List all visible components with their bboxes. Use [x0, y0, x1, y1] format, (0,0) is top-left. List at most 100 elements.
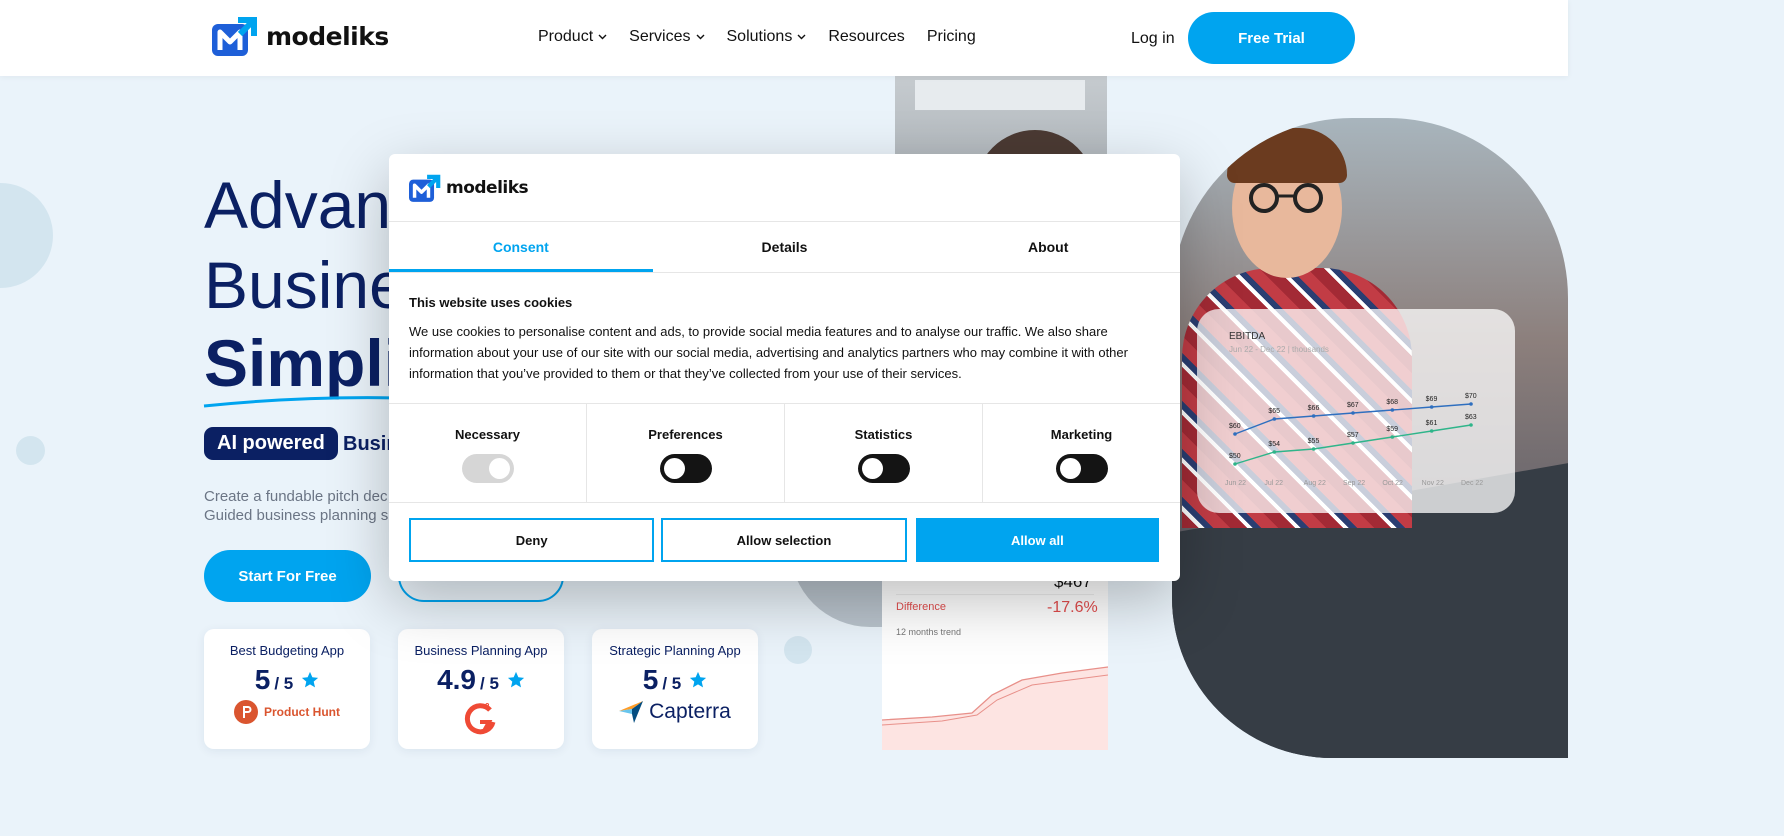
green-series-point	[1351, 441, 1355, 445]
title-underline-decoration	[203, 396, 401, 408]
blue-series-data-label: $69	[1426, 396, 1438, 403]
nav-label: Services	[629, 28, 691, 45]
star-icon	[302, 671, 319, 688]
cookie-consent-dialog: modeliks Consent Details About This webs…	[389, 154, 1180, 581]
blue-series-point	[1311, 414, 1316, 418]
brand-name: modeliks	[446, 178, 529, 198]
start-for-free-button[interactable]: Start For Free	[204, 550, 371, 602]
rating-title: Best Budgeting App	[229, 643, 345, 658]
cookie-description: We use cookies to personalise content an…	[409, 324, 1128, 381]
free-trial-button[interactable]: Free Trial	[1188, 12, 1355, 64]
capterra-arrow-icon	[619, 701, 644, 723]
ai-powered-badge: AI powered	[204, 427, 338, 460]
platform-name: Product Hunt	[264, 705, 340, 719]
score-value: 5	[254, 664, 271, 695]
ebitda-line-chart: $60 $65 $66 $67 $68 $69 $70 $50 $54 $55 $57 $59 $61 $…	[1225, 393, 1483, 487]
blue-series-data-label: $66	[1308, 405, 1320, 412]
allow-selection-button[interactable]: Allow selection	[661, 518, 907, 562]
brand-name: modeliks	[266, 21, 389, 51]
tab-consent[interactable]: Consent	[389, 222, 653, 272]
rating-card-product-hunt: Best Budgeting App 5 / 5 Product Hunt	[204, 629, 370, 749]
green-series-data-label: $50	[1229, 453, 1241, 460]
nav-item-resources[interactable]: Resources	[828, 28, 904, 46]
tab-details[interactable]: Details	[653, 222, 917, 272]
blue-series-point	[1469, 402, 1473, 406]
category-preferences: Preferences	[587, 404, 785, 502]
decorative-circle	[16, 436, 45, 465]
nav-item-services[interactable]: Services	[629, 28, 704, 46]
star-icon	[507, 671, 525, 688]
allow-all-button[interactable]: Allow all	[915, 518, 1159, 562]
decorative-circle	[784, 636, 812, 664]
x-tick-label: Sep 22	[1343, 480, 1365, 487]
green-series-point	[1311, 447, 1316, 451]
green-series-point	[1233, 462, 1237, 466]
rating-title: Strategic Planning App	[609, 643, 741, 658]
rating-title: Business Planning App	[414, 643, 548, 658]
modeliks-logo-icon	[409, 174, 441, 202]
green-series-data-label: $57	[1347, 432, 1359, 439]
score-value: 5	[642, 664, 659, 695]
green-series-data-label: $54	[1268, 441, 1280, 448]
rating-card-capterra: Strategic Planning App 5 / 5 Capterra	[592, 629, 758, 749]
score-max: / 5	[662, 674, 682, 693]
difference-card: $467 Difference -17.6% 12 months trend	[882, 570, 1108, 750]
green-series-data-label: $61	[1426, 420, 1438, 427]
site-header: modeliks Product Services Solutions Reso…	[0, 0, 1568, 76]
blue-series-data-label: $67	[1347, 402, 1359, 409]
green-series-data-label: $59	[1386, 426, 1398, 433]
green-series-data-label: $63	[1465, 414, 1477, 421]
x-tick-label: Dec 22	[1461, 480, 1483, 487]
green-series-point	[1429, 429, 1434, 433]
chevron-down-icon	[598, 34, 607, 40]
deny-button[interactable]: Deny	[409, 518, 655, 562]
x-tick-label: Aug 22	[1304, 480, 1326, 487]
rating-score: 4.9 / 5	[398, 664, 564, 696]
nav-item-pricing[interactable]: Pricing	[927, 28, 976, 46]
trend-label: 12 months trend	[896, 627, 962, 637]
chevron-down-icon	[696, 34, 704, 40]
login-link[interactable]: Log in	[1131, 30, 1175, 48]
blue-series-data-label: $60	[1229, 423, 1241, 430]
modeliks-logo-icon	[212, 17, 257, 56]
statistics-toggle[interactable]	[857, 454, 910, 483]
platform-name: Capterra	[649, 700, 731, 723]
blue-series-point	[1351, 411, 1355, 415]
consent-buttons: Deny Allow selection Allow all	[409, 518, 1159, 562]
main-nav: Product Services Solutions Resources Pri…	[538, 28, 976, 46]
category-label: Statistics	[854, 427, 913, 442]
x-tick-label: Oct 22	[1382, 480, 1403, 487]
score-max: / 5	[274, 674, 294, 693]
platform-logo: Product Hunt	[204, 700, 370, 724]
nav-label: Pricing	[926, 28, 976, 45]
nav-item-solutions[interactable]: Solutions	[727, 28, 807, 46]
category-marketing: Marketing	[983, 404, 1180, 502]
score-max: / 5	[480, 674, 499, 693]
blue-series-point	[1429, 405, 1434, 409]
hero-title-line-2: Busine	[204, 248, 406, 322]
difference-value: -17.6%	[1047, 599, 1098, 616]
decorative-circle	[0, 183, 53, 288]
chevron-down-icon	[797, 34, 806, 40]
brand-logo[interactable]: modeliks	[212, 16, 389, 56]
nav-label: Product	[538, 28, 594, 45]
hero-description-line: Create a fundable pitch dec	[204, 488, 388, 505]
nav-item-product[interactable]: Product	[538, 28, 607, 46]
blue-series-point	[1390, 408, 1395, 412]
cookie-categories: Necessary Preferences Statistics Marketi…	[389, 403, 1180, 503]
x-tick-label: Nov 22	[1422, 480, 1444, 487]
rating-score: 5 / 5	[592, 664, 758, 696]
tab-about[interactable]: About	[916, 222, 1180, 272]
green-series-data-label: $55	[1308, 438, 1320, 445]
hero-title-line-1: Advan	[204, 168, 392, 242]
rating-card-g2: Business Planning App 4.9 / 5 2	[398, 629, 564, 749]
marketing-toggle[interactable]	[1055, 454, 1108, 483]
preferences-toggle[interactable]	[659, 454, 712, 483]
rating-score: 5 / 5	[204, 664, 370, 696]
star-icon	[690, 671, 707, 688]
blue-series-data-label: $70	[1465, 393, 1477, 400]
blue-series-data-label: $68	[1386, 399, 1398, 406]
dialog-brand-logo: modeliks	[409, 174, 529, 202]
g2-icon: 2	[464, 702, 496, 735]
hair-shape	[1227, 128, 1347, 183]
